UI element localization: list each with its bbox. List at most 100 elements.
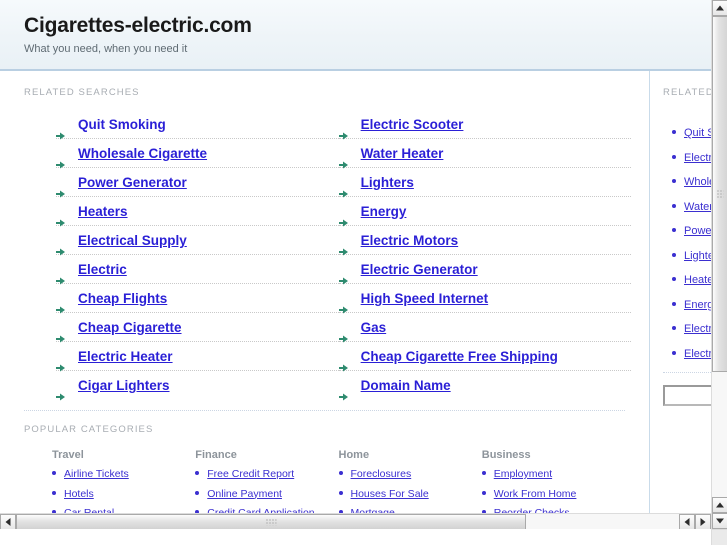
sidebar-list-item[interactable]: Lighters	[672, 243, 711, 268]
related-search-item[interactable]: Wholesale Cigarette	[56, 139, 339, 169]
related-search-link[interactable]: Electric	[78, 262, 127, 277]
sidebar-link[interactable]: Electric Motors	[684, 348, 711, 360]
list-item[interactable]: Employment	[481, 466, 625, 481]
scroll-left-arrow-icon[interactable]	[0, 514, 16, 529]
related-search-item[interactable]: Power Generator	[56, 168, 339, 198]
category-link[interactable]: Online Payment	[207, 488, 282, 500]
related-search-item[interactable]: Gas	[338, 313, 631, 343]
sidebar-list-item[interactable]: Power Generator	[672, 218, 711, 243]
related-search-link[interactable]: Heaters	[78, 204, 128, 219]
related-search-item[interactable]: Lighters	[338, 168, 631, 198]
scroll-left-arrow-icon-secondary[interactable]	[679, 514, 695, 529]
related-search-item[interactable]: Electrical Supply	[56, 226, 339, 256]
sidebar-list-item[interactable]: Electric Motors	[672, 341, 711, 366]
related-search-link[interactable]: Gas	[361, 320, 387, 335]
related-search-link[interactable]: Domain Name	[361, 378, 451, 393]
arrow-right-icon	[56, 382, 65, 401]
related-search-link[interactable]: Water Heater	[361, 146, 444, 161]
related-search-item[interactable]: Cigar Lighters	[56, 371, 339, 401]
related-search-item[interactable]: Cheap Cigarette Free Shipping	[338, 342, 631, 372]
related-search-link[interactable]: Power Generator	[78, 175, 187, 190]
scroll-down-arrow-icon[interactable]	[712, 513, 727, 529]
sidebar-link[interactable]: Heaters	[684, 274, 711, 286]
bullet-icon	[672, 203, 676, 208]
related-search-link[interactable]: Cheap Flights	[78, 291, 167, 306]
related-search-link[interactable]: Electric Generator	[361, 262, 478, 277]
related-search-link[interactable]: Electric Motors	[361, 233, 459, 248]
arrow-right-icon	[56, 324, 65, 343]
related-search-item[interactable]: Heaters	[56, 197, 339, 227]
related-search-link[interactable]: High Speed Internet	[361, 291, 489, 306]
category-link[interactable]: Foreclosures	[351, 468, 412, 480]
scroll-right-arrow-icon[interactable]	[695, 514, 711, 529]
related-search-item[interactable]: Electric Motors	[338, 226, 631, 256]
sidebar-list-item[interactable]: Water Heater	[672, 194, 711, 219]
related-search-item[interactable]: Water Heater	[338, 139, 631, 169]
related-searches-grid: Quit Smoking Wholesale Cigarette Power Gen…	[0, 98, 649, 401]
category-link[interactable]: Work From Home	[494, 488, 577, 500]
sidebar-link[interactable]: Electric Scooter	[684, 152, 711, 164]
related-search-item[interactable]: Energy	[338, 197, 631, 227]
category-link[interactable]: Hotels	[64, 488, 94, 500]
sidebar-link[interactable]: Wholesale Cigarette	[684, 176, 711, 188]
sidebar-list-item[interactable]: Electrical Supply	[672, 316, 711, 341]
sidebar-link[interactable]: Power Generator	[684, 225, 711, 237]
scroll-up-arrow-icon[interactable]	[712, 0, 727, 16]
sidebar-list-item[interactable]: Quit Smoking	[672, 120, 711, 145]
sidebar-list-item[interactable]: Electric Scooter	[672, 145, 711, 170]
related-search-item[interactable]: Cheap Cigarette	[56, 313, 339, 343]
list-item[interactable]: Free Credit Report	[195, 466, 338, 481]
related-search-link[interactable]: Electric Heater	[78, 349, 173, 364]
related-search-link[interactable]: Quit Smoking	[78, 117, 166, 132]
search-input[interactable]	[663, 385, 711, 406]
list-item[interactable]: Work From Home	[481, 486, 625, 501]
horizontal-scrollbar-thumb[interactable]	[16, 514, 526, 529]
sidebar-list-item[interactable]: Energy	[672, 292, 711, 317]
related-search-link[interactable]: Wholesale Cigarette	[78, 146, 207, 161]
sidebar-list-item[interactable]: Heaters	[672, 267, 711, 292]
related-search-item[interactable]: Electric Heater	[56, 342, 339, 372]
list-item[interactable]: Online Payment	[195, 486, 338, 501]
related-search-item[interactable]: Quit Smoking	[56, 110, 339, 140]
arrow-right-icon	[338, 295, 348, 314]
sidebar-link[interactable]: Quit Smoking	[684, 127, 711, 139]
related-search-link[interactable]: Electric Scooter	[361, 117, 464, 132]
related-search-link[interactable]: Lighters	[361, 175, 414, 190]
sidebar-link[interactable]: Lighters	[684, 250, 711, 262]
horizontal-scrollbar-track[interactable]	[16, 514, 679, 529]
vertical-scrollbar-track[interactable]	[712, 16, 727, 497]
scroll-up-arrow-icon-secondary[interactable]	[712, 497, 727, 513]
bullet-icon	[672, 350, 676, 355]
related-search-link[interactable]: Energy	[361, 204, 407, 219]
related-search-link[interactable]: Cheap Cigarette Free Shipping	[361, 349, 558, 364]
sidebar-link[interactable]: Energy	[684, 299, 711, 311]
related-search-item[interactable]: High Speed Internet	[338, 284, 631, 314]
vertical-scrollbar[interactable]	[711, 0, 727, 529]
list-item[interactable]: Foreclosures	[338, 466, 482, 481]
arrow-right-icon	[56, 121, 65, 140]
related-search-link[interactable]: Electrical Supply	[78, 233, 187, 248]
related-search-item[interactable]: Electric	[56, 255, 339, 285]
sidebar-related-list: Quit Smoking Electric Scooter Wholesale Ci…	[650, 98, 711, 365]
category-link[interactable]: Free Credit Report	[207, 468, 294, 480]
list-item[interactable]: Hotels	[52, 486, 195, 501]
sidebar-link[interactable]: Electrical Supply	[684, 323, 711, 335]
related-search-item[interactable]: Cheap Flights	[56, 284, 339, 314]
sidebar-link[interactable]: Water Heater	[684, 201, 711, 213]
category-list: Airline TicketsHotelsCar Rental	[52, 466, 195, 520]
vertical-scrollbar-thumb[interactable]	[712, 16, 727, 372]
related-search-link[interactable]: Cheap Cigarette	[78, 320, 182, 335]
category-link[interactable]: Employment	[494, 468, 552, 480]
horizontal-scrollbar[interactable]	[0, 513, 711, 529]
category-link[interactable]: Houses For Sale	[351, 488, 429, 500]
related-search-item[interactable]: Domain Name	[338, 371, 631, 401]
related-search-item[interactable]: Electric Generator	[338, 255, 631, 285]
related-search-item[interactable]: Electric Scooter	[338, 110, 631, 140]
bullet-icon	[672, 326, 676, 330]
site-tagline: What you need, when you need it	[24, 43, 188, 56]
category-link[interactable]: Airline Tickets	[64, 468, 129, 480]
list-item[interactable]: Houses For Sale	[338, 486, 482, 501]
related-search-link[interactable]: Cigar Lighters	[78, 378, 170, 393]
sidebar-list-item[interactable]: Wholesale Cigarette	[672, 169, 711, 194]
list-item[interactable]: Airline Tickets	[52, 466, 195, 481]
